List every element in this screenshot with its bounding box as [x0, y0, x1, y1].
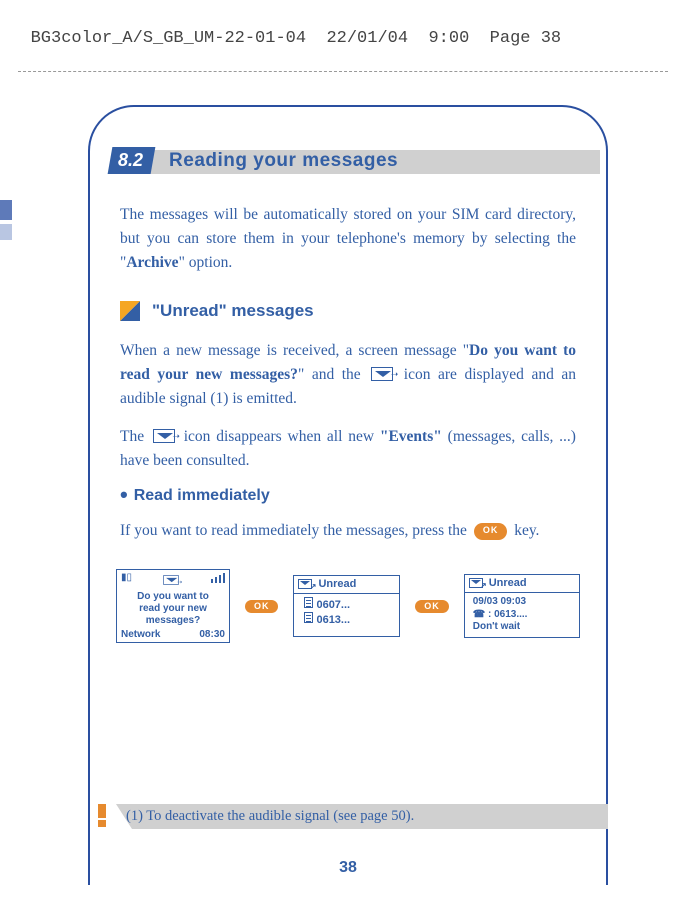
crop-header-text: BG3color_A/S_GB_UM-22-01-04 22/01/04 9:0…	[20, 29, 561, 48]
phone-screen-unread-list: ↗ Unread 0607... 0613...	[293, 575, 400, 637]
screen2-title: Unread	[318, 578, 356, 590]
phone-screen-unread-detail: ↗ Unread 09/03 09:03 ☎ : 0613.... Don't …	[464, 574, 580, 638]
read-immediately-paragraph: If you want to read immediately the mess…	[120, 519, 576, 543]
triangle-icon	[120, 301, 140, 321]
section-number-box: 8.2	[108, 147, 156, 174]
screen2-header: ↗ Unread	[294, 578, 399, 594]
message-icon	[304, 597, 313, 608]
envelope-icon: ➝	[153, 429, 175, 443]
screen2-line1: 0607...	[304, 597, 395, 611]
screen3-title: Unread	[489, 577, 527, 589]
envelope-open-icon: ↗	[298, 579, 312, 589]
signal-icon	[211, 573, 225, 583]
footnote-text: (1) To deactivate the audible signal (se…	[116, 804, 608, 829]
crop-header-rule	[18, 71, 668, 72]
read-immediately-heading: •Read immediately	[120, 487, 576, 505]
message-icon	[304, 612, 313, 623]
envelope-icon: ➝	[164, 575, 179, 585]
screen1-bottom-row: Network 08:30	[121, 629, 225, 640]
exclamation-icon	[88, 804, 116, 829]
section-heading-row: 8.2 Reading your messages	[90, 147, 606, 175]
ok-key-icon: OK	[474, 523, 508, 540]
envelope-icon: ➝	[371, 367, 393, 381]
screen2-line2: 0613...	[304, 612, 395, 626]
left-accent-strip	[0, 200, 12, 250]
screen3-line3: Don't wait	[473, 621, 575, 632]
screen1-time: 08:30	[199, 629, 225, 640]
envelope-open-icon: ↗	[469, 578, 483, 588]
screen3-line2: ☎ : 0613....	[473, 609, 575, 620]
screen3-header: ↗ Unread	[465, 577, 579, 593]
section-title: Reading your messages	[169, 147, 398, 175]
unread-paragraph-1: When a new message is received, a screen…	[120, 339, 576, 411]
screen3-line1: 09/03 09:03	[473, 596, 575, 607]
screen1-message: Do you want to read your new messages?	[117, 587, 229, 629]
crop-marks-header: BG3color_A/S_GB_UM-22-01-04 22/01/04 9:0…	[0, 10, 686, 91]
unread-subheading: "Unread" messages	[120, 301, 576, 321]
screen1-network-label: Network	[121, 629, 160, 640]
battery-icon: ▮▯	[121, 573, 132, 587]
screen1-status-icons: ▮▯ ➝	[117, 570, 229, 587]
page-number: 38	[90, 859, 606, 877]
section-number: 8.2	[118, 150, 143, 171]
ok-key-icon: OK	[415, 600, 449, 613]
bullet-icon: •	[120, 482, 128, 507]
content-panel: 8.2 Reading your messages The messages w…	[88, 105, 608, 885]
phone-screens-row: ▮▯ ➝ Do you want to read your new messag…	[116, 569, 580, 643]
unread-paragraph-2: The ➝ icon disappears when all new "Even…	[120, 425, 576, 473]
phone-screen-prompt: ▮▯ ➝ Do you want to read your new messag…	[116, 569, 230, 643]
footnote: (1) To deactivate the audible signal (se…	[88, 804, 608, 829]
unread-subheading-label: "Unread" messages	[152, 301, 314, 321]
ok-key-icon: OK	[245, 600, 279, 613]
intro-paragraph: The messages will be automatically store…	[120, 203, 576, 275]
